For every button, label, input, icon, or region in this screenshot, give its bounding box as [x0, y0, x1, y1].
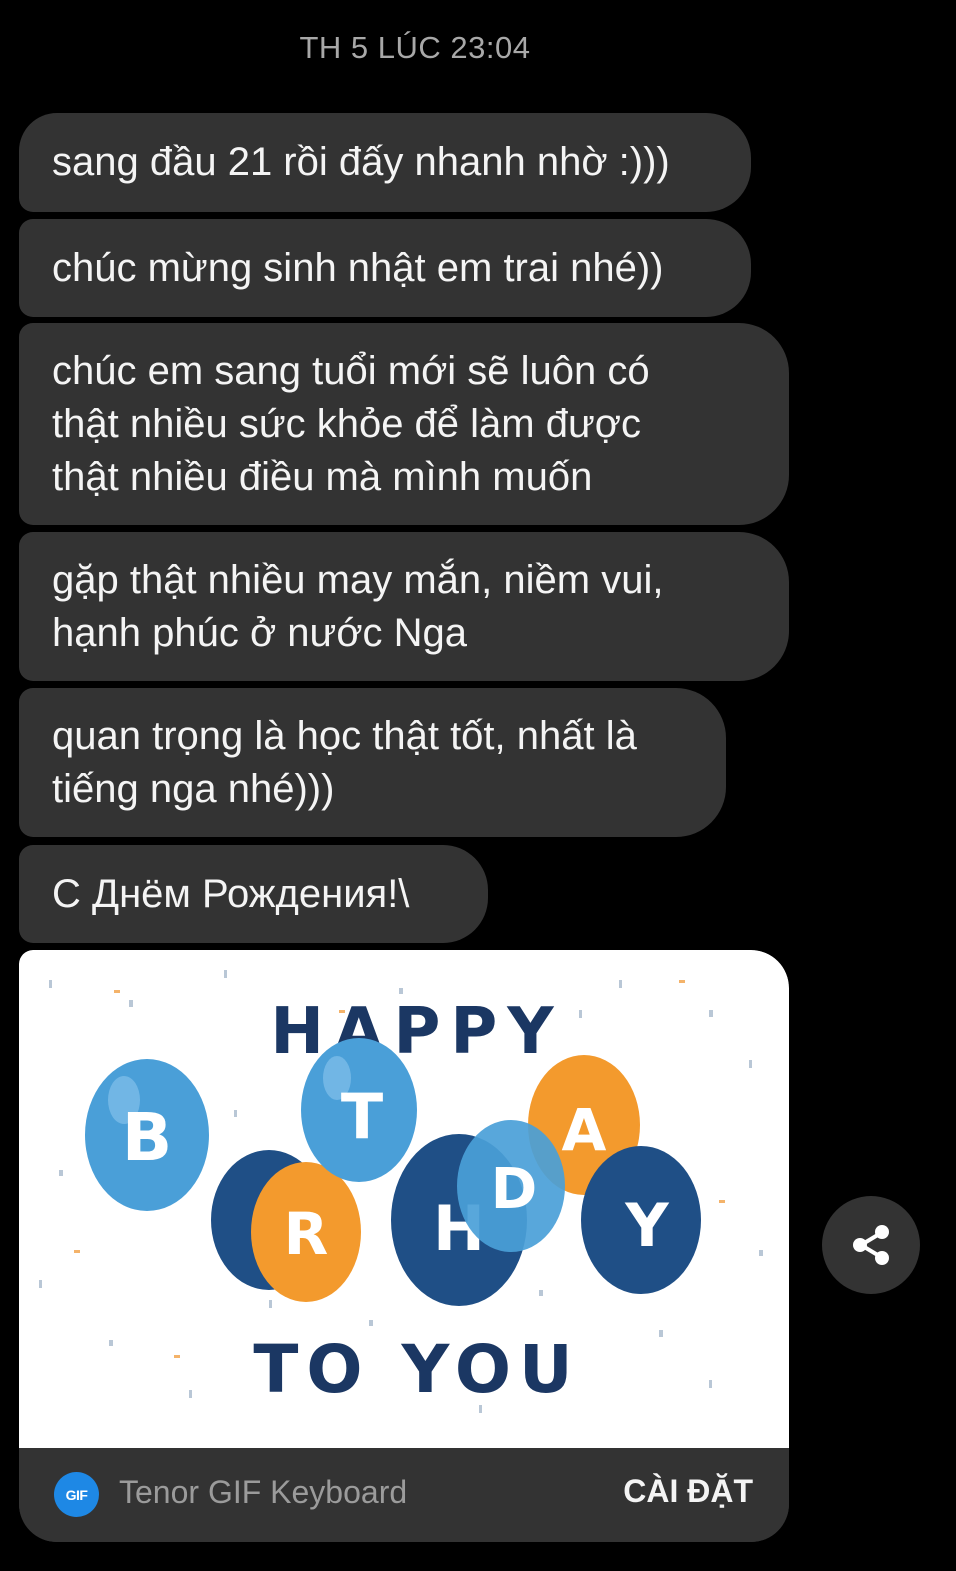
- balloon-letter: R: [284, 1200, 329, 1268]
- message-bubble[interactable]: gặp thật nhiều may mắn, niềm vui, hạnh p…: [19, 532, 789, 681]
- balloon-r: R: [251, 1162, 361, 1302]
- message-text: chúc mừng sinh nhật em trai nhé)): [52, 245, 664, 290]
- message-line: tiếng nga nhé))): [52, 766, 335, 811]
- tenor-gif-logo-icon: GIF: [54, 1472, 99, 1517]
- gif-source-bar: GIF Tenor GIF Keyboard CÀI ĐẶT: [19, 1448, 789, 1542]
- birthday-gif-image[interactable]: HAPPY B I R T H: [19, 950, 789, 1448]
- message-text: С Днём Рождения!\: [52, 871, 410, 916]
- timestamp: TH 5 LÚC 23:04: [299, 30, 531, 65]
- gif-source-label[interactable]: Tenor GIF Keyboard: [119, 1474, 407, 1511]
- message-bubble[interactable]: С Днём Рождения!\: [19, 845, 488, 943]
- balloon-letter: B: [122, 1099, 172, 1176]
- message-bubble[interactable]: chúc em sang tuổi mới sẽ luôn có thật nh…: [19, 323, 789, 525]
- balloon-y: Y: [581, 1146, 701, 1294]
- message-line: hạnh phúc ở nước Nga: [52, 610, 468, 655]
- share-icon: [853, 1225, 889, 1265]
- message-bubble[interactable]: sang đầu 21 rồi đấy nhanh nhờ :))): [19, 113, 751, 212]
- balloon-letter: A: [562, 1096, 607, 1164]
- message-line: gặp thật nhiều may mắn, niềm vui,: [52, 557, 664, 602]
- message-line: thật nhiều sức khỏe để làm được: [52, 401, 641, 446]
- balloon-letter: Y: [624, 1191, 670, 1261]
- message-text: sang đầu 21 rồi đấy nhanh nhờ :))): [52, 140, 670, 184]
- message-bubble[interactable]: chúc mừng sinh nhật em trai nhé)): [19, 219, 751, 317]
- message-line: quan trọng là học thật tốt, nhất là: [52, 713, 637, 758]
- balloon-letter: T: [341, 1080, 383, 1153]
- gif-message-card[interactable]: HAPPY B I R T H: [19, 950, 789, 1542]
- balloon-b: B: [85, 1059, 209, 1211]
- gif-text-happy: HAPPY: [270, 995, 563, 1069]
- message-line: chúc em sang tuổi mới sẽ luôn có: [52, 348, 650, 393]
- gif-text-to-you: TO YOU: [253, 1331, 580, 1408]
- balloon-d: D: [457, 1120, 565, 1252]
- balloon-t: T: [301, 1038, 417, 1182]
- balloon-letter: D: [491, 1157, 537, 1222]
- install-button[interactable]: CÀI ĐẶT: [623, 1473, 753, 1510]
- share-button[interactable]: [822, 1196, 920, 1294]
- message-line: thật nhiều điều mà mình muốn: [52, 454, 593, 499]
- message-bubble[interactable]: quan trọng là học thật tốt, nhất là tiến…: [19, 688, 726, 837]
- birthday-illustration: HAPPY B I R T H: [39, 970, 763, 1413]
